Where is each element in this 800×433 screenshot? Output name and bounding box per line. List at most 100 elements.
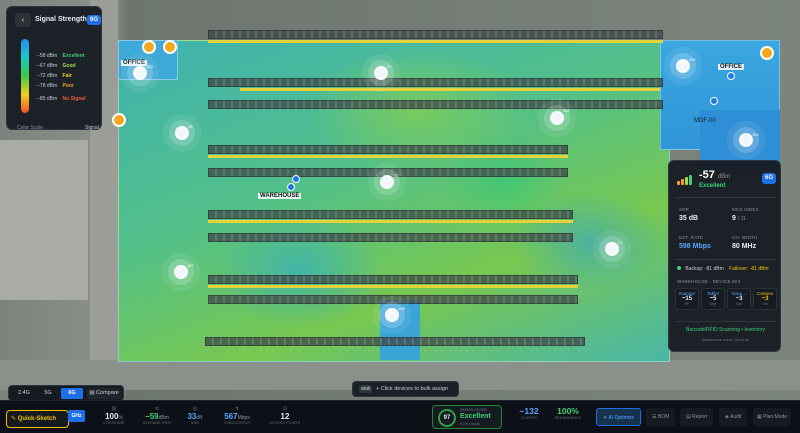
parking-lot: [0, 140, 88, 300]
score-sub: 6 GHz ready: [460, 422, 480, 426]
stat-label: THROUGHPUT: [223, 421, 251, 425]
mix-sub: Vid: [762, 302, 768, 306]
client-device[interactable]: [727, 72, 735, 80]
stat-label: REDUNDANCY: [554, 416, 582, 420]
signal-info-panel: -57 dBm Excellent 6G SNR 35 dB MCS INDEX…: [668, 160, 781, 352]
legend-footer-right: Signal: [85, 125, 99, 131]
rack-row: [205, 337, 585, 346]
rate-label: EST. RATE: [679, 235, 704, 240]
access-point[interactable]: [374, 66, 388, 80]
access-point[interactable]: [133, 66, 147, 80]
color-scale-bar: [21, 39, 29, 113]
use-case-text: Barcode/RFID Scanning • Inventory: [685, 327, 765, 333]
snr-value: 35 dB: [679, 215, 699, 222]
legend-row-label: Poor: [62, 83, 74, 89]
quick-sketch-label: Quick-Sketch: [17, 416, 57, 422]
access-point[interactable]: [676, 59, 690, 73]
access-point-label: 167: [187, 263, 194, 268]
snr-label: SNR: [679, 207, 690, 212]
rack-row: [208, 210, 573, 219]
chevron-left-icon: ‹: [21, 15, 25, 24]
rack-row: [208, 233, 573, 242]
legend-row: −58 dBm Excellent: [37, 53, 85, 59]
camera-device[interactable]: [112, 113, 126, 127]
stat-snr: ◎ 33dB SNR: [183, 406, 207, 425]
client-device[interactable]: [710, 97, 718, 105]
access-point[interactable]: [550, 111, 564, 125]
rack-aisle-marker: [208, 220, 573, 223]
legend-row-label: Excellent: [62, 53, 85, 59]
rack-row: [208, 145, 568, 154]
stat-value: 100%: [557, 406, 579, 416]
stat-label: AVERAGE RSSI: [142, 421, 172, 425]
ai-optimize-button[interactable]: ✦ AI Optimize: [596, 408, 642, 426]
grid-icon: ▦: [757, 414, 762, 420]
tab-band-2-4g[interactable]: 2.4G: [13, 388, 35, 399]
stat-coverage: ▥ 100% COVERAGE: [100, 406, 128, 425]
client-device[interactable]: [287, 183, 295, 191]
collapse-legend-button[interactable]: ‹: [15, 13, 31, 27]
device-mix-scanner[interactable]: Scanner ~15 RF: [675, 288, 699, 310]
stat-label: CLIENTS: [520, 416, 538, 420]
client-device[interactable]: [292, 175, 300, 183]
zone-label-office[interactable]: OFFICE: [121, 60, 147, 66]
legend-row: −78 dBm Poor: [37, 83, 74, 89]
score-ring: 97: [438, 409, 456, 427]
access-point-label: 102: [752, 132, 759, 137]
mcs-index: 9: [732, 215, 736, 222]
quick-sketch-button[interactable]: ✎ Quick-Sketch: [6, 410, 69, 428]
mcs-label: MCS INDEX: [732, 207, 759, 212]
access-point-label: 118: [563, 108, 570, 113]
info-band-badge[interactable]: 6G: [762, 173, 776, 184]
rack-aisle-marker: [208, 285, 578, 288]
legend-band-badge[interactable]: 6G: [87, 15, 101, 25]
access-point[interactable]: [385, 308, 399, 322]
device-mix-tablet[interactable]: Tablet ~5 Mgr: [701, 288, 725, 310]
list-icon: ☰: [652, 414, 657, 420]
design-score-card[interactable]: 97 DESIGN SCORE Excellent 6 GHz ready: [432, 405, 502, 429]
audit-button[interactable]: ◈ Audit: [719, 408, 748, 426]
divider: [675, 321, 776, 322]
access-point[interactable]: [380, 175, 394, 189]
hint-text: + Click devices to bulk assign: [376, 386, 449, 392]
access-point-label: 105: [398, 306, 405, 311]
audit-label: Audit: [729, 414, 742, 420]
access-point[interactable]: [174, 265, 188, 279]
stat-label: SNR: [191, 421, 199, 425]
device-mix-voice[interactable]: Voice… ~3 Grp: [727, 288, 751, 310]
ai-optimize-label: AI Optimize: [608, 415, 635, 421]
camera-device[interactable]: [142, 40, 156, 54]
channel-width-value: 80 MHz: [732, 243, 757, 250]
report-button[interactable]: ▤ Report: [680, 408, 714, 426]
rack-aisle-marker: [240, 88, 660, 91]
bom-button[interactable]: ☰ BOM: [646, 408, 676, 426]
use-case-sub: Warehouse zone: Good 8x: [701, 337, 750, 342]
access-point[interactable]: [739, 133, 753, 147]
mix-sub: RF: [684, 302, 690, 306]
plan-mode-label: Plan Mode: [763, 414, 788, 420]
rssi-unit: dBm: [717, 174, 731, 180]
compare-button[interactable]: ▤ Compare: [87, 388, 121, 399]
legend-row-value: −58 dBm: [37, 53, 58, 59]
camera-device[interactable]: [163, 40, 177, 54]
status-dot-icon: [677, 266, 681, 270]
device-mix-camera[interactable]: Camera ~3 Vid: [753, 288, 777, 310]
access-point-label: 103: [146, 64, 153, 69]
tab-band-5g[interactable]: 5G: [37, 388, 59, 399]
plan-mode-button[interactable]: ▦ Plan Mode: [753, 408, 792, 426]
zone-label-warehouse[interactable]: WAREHOUSE: [258, 193, 302, 199]
access-point[interactable]: [175, 126, 189, 140]
stat-throughput: ↯ 567Mbps THROUGHPUT: [218, 406, 256, 425]
channel-width-label: CH. WIDTH: [732, 235, 758, 240]
camera-device[interactable]: [760, 46, 774, 60]
ghz-badge[interactable]: GHz: [68, 410, 85, 422]
stat-value: 567: [224, 412, 238, 421]
access-point-label: 97: [387, 64, 392, 69]
zone-label-office-right[interactable]: OFFICE: [718, 64, 744, 70]
pencil-icon: ✎: [11, 416, 17, 422]
zone-label-mdf[interactable]: MDF-00: [694, 118, 716, 124]
shield-icon: ◈: [725, 414, 729, 420]
stat-label: COVERAGE: [103, 421, 125, 425]
access-point[interactable]: [605, 242, 619, 256]
tab-band-6g[interactable]: 6G: [61, 388, 83, 399]
